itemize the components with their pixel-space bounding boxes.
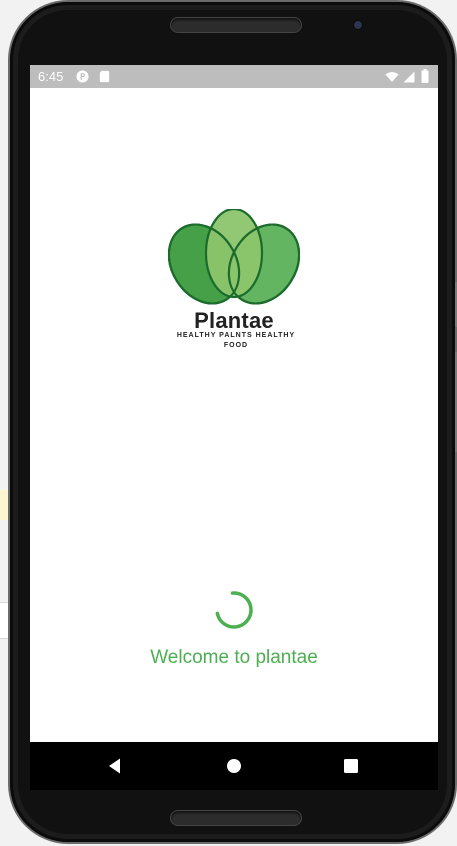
loading-spinner-icon — [215, 591, 253, 629]
phone-screen: 6:45 Plantae HEALTHY PALNTS HEALTHY FOOD… — [30, 65, 438, 790]
status-time: 6:45 — [38, 69, 64, 84]
wifi-icon — [385, 72, 399, 82]
home-icon[interactable] — [222, 754, 246, 778]
splash-content: Plantae HEALTHY PALNTS HEALTHY FOOD Welc… — [30, 88, 438, 742]
bottom-speaker — [170, 810, 302, 826]
status-bar: 6:45 — [30, 65, 438, 88]
top-speaker — [170, 17, 302, 33]
brand-tagline: HEALTHY PALNTS HEALTHY FOOD — [176, 332, 296, 349]
plantae-leaf-logo-icon — [168, 209, 300, 305]
android-nav-bar — [30, 742, 438, 790]
welcome-message: Welcome to plantae — [150, 647, 318, 668]
sd-card-icon — [99, 70, 110, 83]
emulator-window-highlight — [0, 490, 8, 520]
brand-name: Plantae — [194, 308, 274, 333]
front-camera — [354, 21, 362, 29]
back-icon[interactable] — [103, 754, 127, 778]
parking-notification-icon — [76, 70, 89, 83]
recents-icon[interactable] — [339, 754, 363, 778]
battery-icon — [421, 69, 429, 83]
cell-signal-icon — [403, 71, 415, 83]
